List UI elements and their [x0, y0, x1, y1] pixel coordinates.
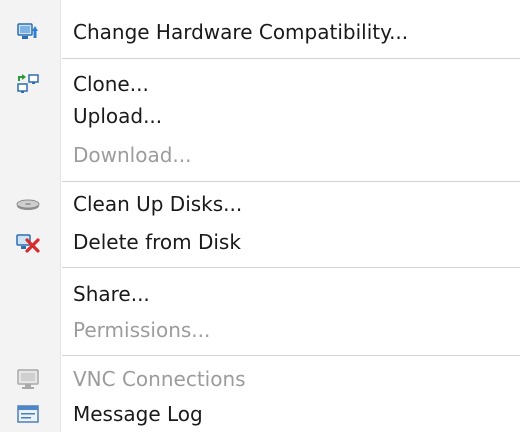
delete-from-disk-icon [16, 231, 40, 253]
clone-icon [16, 73, 40, 95]
menu-item-label: Share... [73, 282, 150, 306]
menu-item-label: Download... [73, 143, 192, 167]
context-menu: Change Hardware Compatibility... Clone..… [0, 0, 520, 432]
menu-separator [62, 267, 520, 268]
menu-separator [62, 181, 520, 182]
menu-item-share[interactable]: Share... [0, 274, 520, 314]
menu-item-vnc-connections[interactable]: VNC Connections [0, 359, 520, 399]
menu-separator [62, 58, 520, 59]
menu-item-label: Change Hardware Compatibility... [73, 20, 409, 44]
menu-item-label: Permissions... [73, 318, 211, 342]
menu-item-label: Clean Up Disks... [73, 192, 243, 216]
vnc-monitor-icon [16, 368, 40, 390]
menu-item-change-hardware-compatibility[interactable]: Change Hardware Compatibility... [0, 12, 520, 52]
menu-item-label: VNC Connections [73, 367, 246, 391]
menu-item-label: Upload... [73, 104, 163, 128]
menu-item-label: Message Log [73, 402, 203, 426]
menu-separator [62, 355, 520, 356]
menu-item-download[interactable]: Download... [0, 135, 520, 175]
menu-item-upload[interactable]: Upload... [0, 96, 520, 136]
menu-item-clean-up-disks[interactable]: Clean Up Disks... [0, 184, 520, 224]
message-log-icon [16, 403, 40, 425]
menu-item-delete-from-disk[interactable]: Delete from Disk [0, 222, 520, 262]
menu-item-label: Delete from Disk [73, 230, 241, 254]
menu-item-message-log[interactable]: Message Log [0, 394, 520, 434]
menu-item-permissions[interactable]: Permissions... [0, 310, 520, 350]
disk-cleanup-icon [16, 193, 40, 215]
upgrade-hardware-icon [16, 21, 40, 43]
